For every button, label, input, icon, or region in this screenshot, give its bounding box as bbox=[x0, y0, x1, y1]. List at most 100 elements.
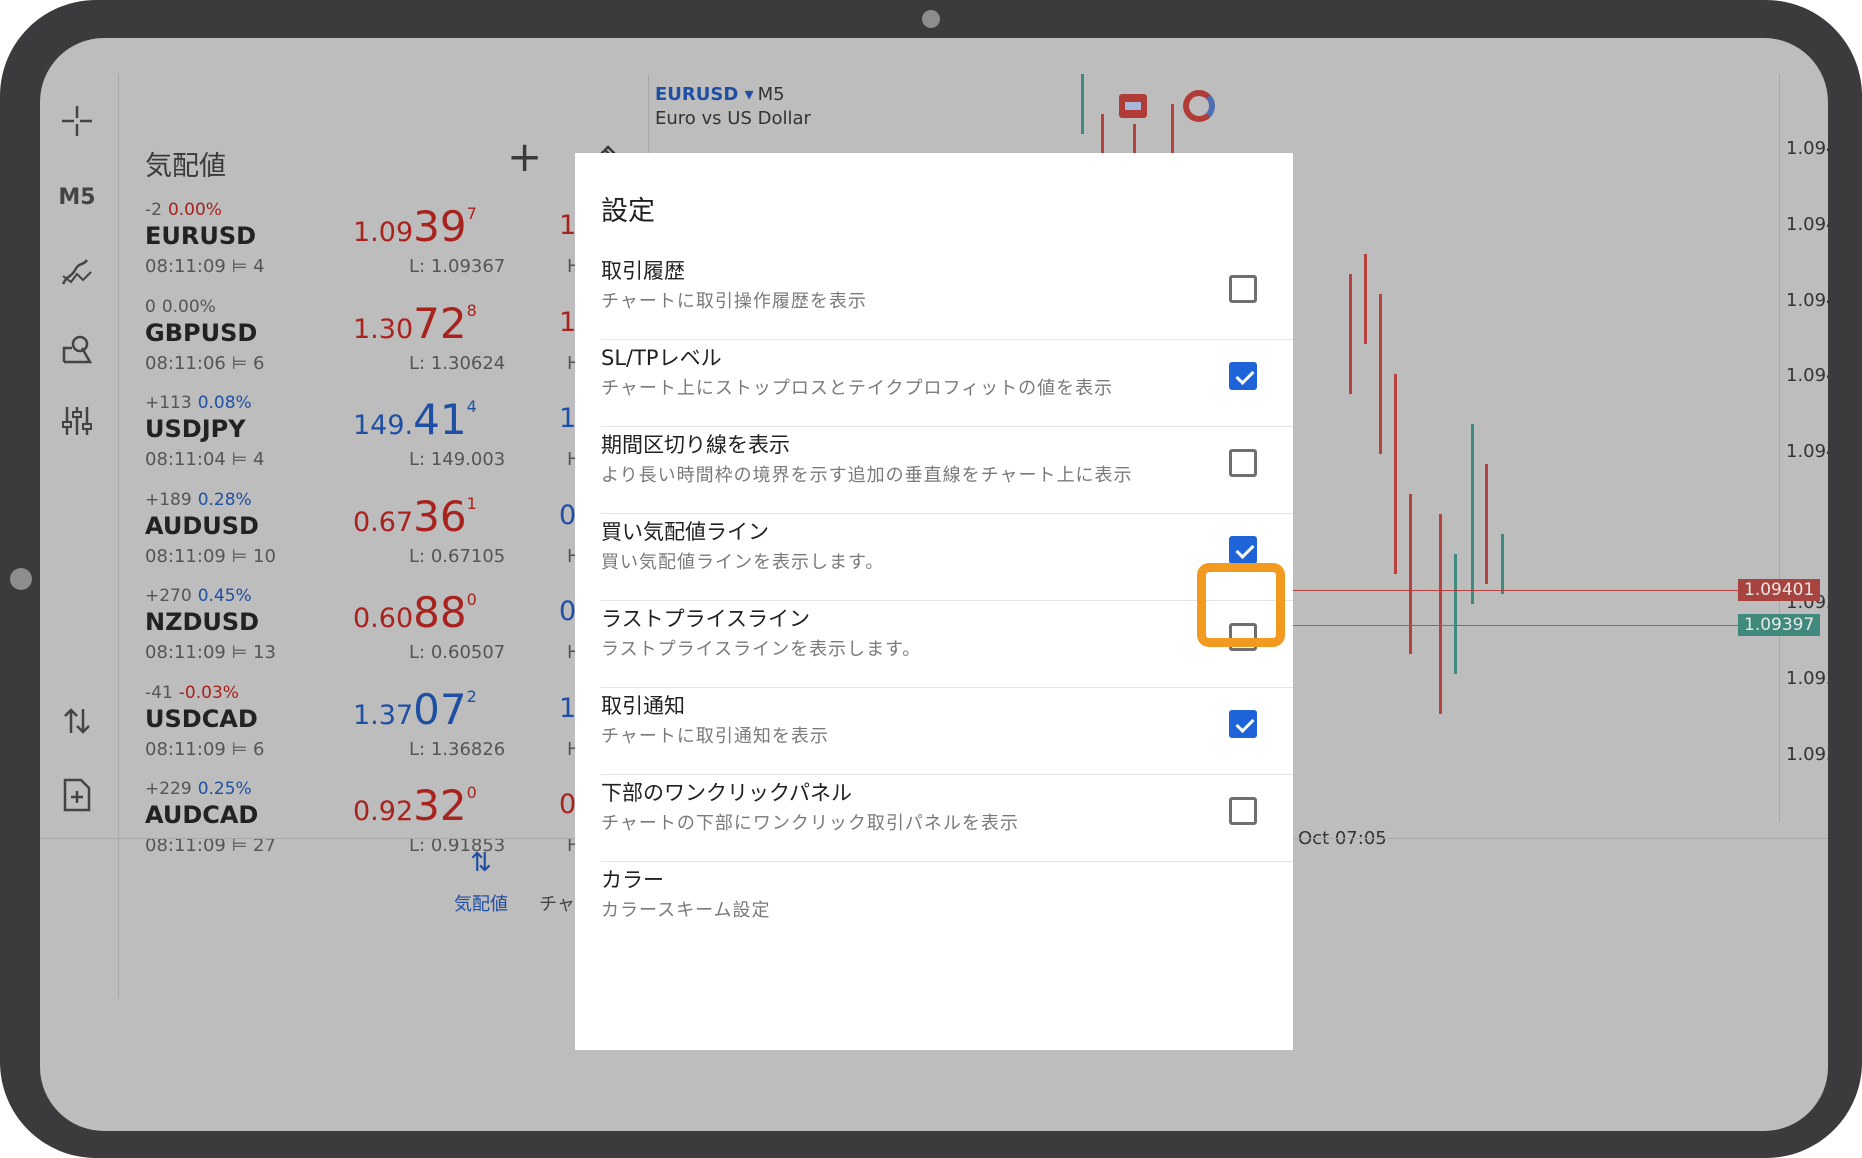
candle bbox=[1133, 124, 1136, 154]
quote-spread: 10 bbox=[253, 545, 276, 567]
quote-change: -2 0.00% bbox=[145, 200, 222, 220]
option-description: チャートに取引通知を表示 bbox=[601, 726, 829, 747]
chart-symbol[interactable]: EURUSD ▾ M5 bbox=[655, 84, 785, 105]
price-axis: 1.09450 1.09440 1.09430 1.09420 1.09410 1.093… bbox=[1779, 74, 1828, 822]
price-tick: 1.09370 bbox=[1786, 744, 1828, 765]
quote-symbol: EURUSD bbox=[145, 222, 257, 250]
candle bbox=[1081, 74, 1084, 134]
settings-dialog: 設定 取引履歴チャートに取引操作履歴を表示 SL/TPレベルチャート上にストップロ… bbox=[575, 153, 1293, 1050]
quote-time: 08:11:09 ⊨ 4 bbox=[145, 256, 265, 277]
quote-low: L: 0.60507 bbox=[409, 642, 506, 663]
quote-percent: 0.25% bbox=[197, 779, 252, 799]
crosshair-icon[interactable] bbox=[54, 98, 100, 144]
quote-bid: 0.92320 bbox=[353, 781, 477, 830]
quote-change: +113 0.08% bbox=[145, 393, 252, 413]
quote-symbol: USDCAD bbox=[145, 704, 258, 733]
quote-spread: 6 bbox=[253, 738, 265, 760]
candle bbox=[1101, 114, 1104, 154]
quote-percent: 0.08% bbox=[197, 393, 252, 413]
candle bbox=[1394, 374, 1397, 574]
settings-option[interactable]: カラーカラースキーム設定 bbox=[575, 846, 1293, 949]
ask-price-tag: 1.09397 bbox=[1738, 614, 1820, 636]
sell-level-icon[interactable] bbox=[1119, 94, 1147, 118]
option-description: カラースキーム設定 bbox=[601, 900, 771, 921]
timeframe-button[interactable]: M5 bbox=[54, 174, 100, 220]
spread-icon: ⊨ bbox=[231, 545, 248, 567]
candle bbox=[1501, 534, 1504, 594]
option-description: チャートの下部にワンクリック取引パネルを表示 bbox=[601, 813, 1019, 834]
option-checkbox[interactable] bbox=[1229, 275, 1257, 303]
option-description: ラストプライスラインを表示します。 bbox=[601, 639, 922, 660]
price-tick: 1.09410 bbox=[1786, 441, 1828, 462]
quote-bid: 1.09397 bbox=[353, 202, 477, 251]
bid-price-tag: 1.09401 bbox=[1738, 579, 1820, 601]
option-checkbox[interactable] bbox=[1229, 710, 1257, 738]
price-tick: 1.09440 bbox=[1786, 214, 1828, 235]
quote-percent: -0.03% bbox=[178, 682, 239, 703]
timeframe-label: M5 bbox=[58, 184, 96, 210]
one-click-trading-icon[interactable] bbox=[1183, 90, 1215, 122]
quote-low: L: 1.30624 bbox=[409, 352, 506, 374]
quote-time: 08:11:04 ⊨ 4 bbox=[145, 449, 265, 470]
quote-spread: 4 bbox=[253, 449, 265, 470]
new-order-icon[interactable] bbox=[54, 772, 100, 818]
quote-low: L: 0.67105 bbox=[409, 545, 506, 567]
quote-change: +189 0.28% bbox=[145, 489, 252, 510]
spread-icon: ⊨ bbox=[231, 642, 248, 663]
quote-low: L: 149.003 bbox=[409, 449, 506, 470]
option-checkbox[interactable] bbox=[1229, 362, 1257, 390]
option-description: チャートに取引操作履歴を表示 bbox=[601, 291, 867, 312]
quote-spread: 4 bbox=[253, 256, 265, 277]
option-description: より長い時間枠の境界を示す追加の垂直線をチャート上に表示 bbox=[601, 465, 1133, 486]
dialog-title: 設定 bbox=[601, 196, 655, 227]
option-title: ラストプライスライン bbox=[601, 607, 810, 631]
camera-dot bbox=[922, 10, 940, 28]
option-checkbox[interactable] bbox=[1229, 536, 1257, 564]
chart-symbol-description: Euro vs US Dollar bbox=[655, 108, 811, 129]
quotes-icon: ⇅ bbox=[470, 848, 492, 878]
price-tick: 1.09450 bbox=[1786, 138, 1828, 159]
option-title: 下部のワンクリックパネル bbox=[601, 781, 852, 805]
option-title: 取引通知 bbox=[601, 694, 685, 718]
candle bbox=[1485, 464, 1488, 584]
quote-symbol: AUDCAD bbox=[145, 801, 259, 829]
quote-spread: 6 bbox=[253, 352, 265, 374]
option-checkbox[interactable] bbox=[1229, 449, 1257, 477]
candle bbox=[1409, 494, 1412, 654]
quote-low: L: 1.36826 bbox=[409, 738, 506, 760]
quote-percent: 0.28% bbox=[197, 489, 252, 510]
option-title: 取引履歴 bbox=[601, 259, 685, 283]
candle bbox=[1349, 274, 1352, 394]
option-title: SL/TPレベル bbox=[601, 346, 722, 370]
option-description: チャート上にストップロスとテイクプロフィットの値を表示 bbox=[601, 378, 1114, 399]
option-checkbox[interactable] bbox=[1229, 797, 1257, 825]
quote-percent: 0.00% bbox=[161, 296, 216, 317]
add-symbol-icon[interactable]: + bbox=[507, 136, 542, 178]
quote-bid: 1.30728 bbox=[353, 298, 477, 348]
quote-change: 0 0.00% bbox=[145, 296, 216, 317]
quote-bid: 1.37072 bbox=[353, 684, 477, 734]
option-title: 買い気配値ライン bbox=[601, 520, 769, 544]
option-title: カラー bbox=[601, 868, 664, 892]
quote-symbol: NZDUSD bbox=[145, 608, 260, 636]
quote-time: 08:11:09 ⊨ 6 bbox=[145, 738, 265, 760]
chart-settings-icon[interactable] bbox=[54, 398, 100, 444]
side-button-dot bbox=[10, 568, 32, 590]
candle bbox=[1471, 424, 1474, 604]
quote-spread: 13 bbox=[253, 642, 276, 663]
spread-icon: ⊨ bbox=[231, 352, 248, 374]
quote-low: L: 1.09367 bbox=[409, 256, 506, 277]
objects-icon[interactable] bbox=[54, 326, 100, 372]
quote-symbol: GBPUSD bbox=[145, 318, 258, 347]
quotes-title: 気配値 bbox=[145, 151, 226, 182]
indicator-icon[interactable] bbox=[54, 250, 100, 296]
spread-icon: ⊨ bbox=[231, 449, 248, 470]
quote-bid: 0.67361 bbox=[353, 491, 477, 541]
option-description: 買い気配値ラインを表示します。 bbox=[601, 552, 885, 573]
candle bbox=[1454, 554, 1457, 674]
trade-arrows-icon[interactable] bbox=[54, 698, 100, 744]
price-tick: 1.09420 bbox=[1786, 365, 1828, 386]
quote-percent: 0.45% bbox=[197, 586, 252, 606]
candle bbox=[1439, 514, 1442, 714]
quote-symbol: AUDUSD bbox=[145, 511, 259, 540]
